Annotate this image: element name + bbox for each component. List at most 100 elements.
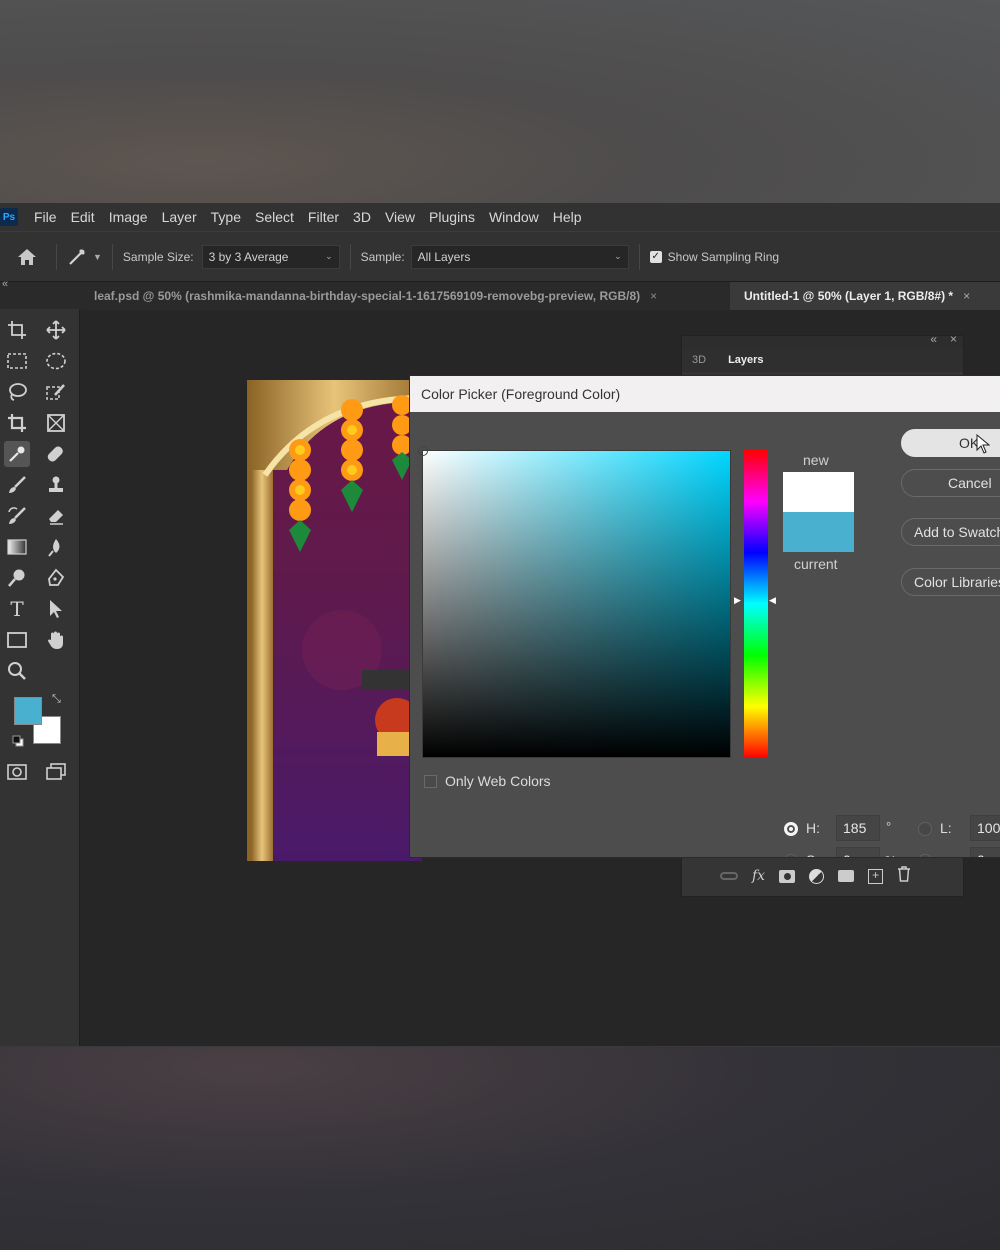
screen-mode-icon[interactable] [43,759,69,785]
document-tabs: « leaf.psd @ 50% (rashmika-mandanna-birt… [0,278,1000,310]
add-to-swatches-label: Add to Swatches [914,524,1000,540]
link-layers-icon[interactable] [720,872,738,880]
hue-slider-right-arrow[interactable]: ◀ [769,595,776,606]
color-field[interactable] [418,446,731,758]
color-picker-dialog: Color Picker (Foreground Color) ▶ ◀ new … [409,375,1000,858]
lightness-input[interactable]: 100 [970,815,1000,841]
swap-colors-icon[interactable]: ⤡ [52,693,61,706]
menu-filter[interactable]: Filter [308,209,339,225]
tab-3d[interactable]: 3D [682,354,716,366]
collapse-icon[interactable]: « [930,332,937,346]
object-selection-icon[interactable] [43,379,69,405]
saturation-radio[interactable] [784,854,798,857]
lightness-radio[interactable] [918,822,932,836]
menu-3d[interactable]: 3D [353,209,371,225]
delete-layer-icon[interactable] [897,865,911,887]
menu-image[interactable]: Image [109,209,148,225]
hue-radio[interactable] [784,822,798,836]
clone-stamp-icon[interactable] [43,472,69,498]
blur-tool-icon[interactable] [43,534,69,560]
menu-layer[interactable]: Layer [162,209,197,225]
tab-untitled-1[interactable]: Untitled-1 @ 50% (Layer 1, RGB/8#) * × [730,282,1000,310]
menu-select[interactable]: Select [255,209,294,225]
add-to-swatches-button[interactable]: Add to Swatches [901,518,1000,546]
menu-view[interactable]: View [385,209,415,225]
eyedropper-tool-icon[interactable] [4,441,30,467]
a-channel-radio[interactable] [918,854,932,857]
color-field-marker[interactable] [418,446,428,456]
eyedropper-tool-preset-icon[interactable]: ▼ [67,247,102,267]
a-channel-input[interactable]: 0 [970,847,1000,857]
menu-edit[interactable]: Edit [71,209,95,225]
close-icon[interactable]: × [963,289,970,303]
current-color-preview[interactable] [783,512,854,552]
menu-help[interactable]: Help [553,209,582,225]
tools-panel: T ⤡ [0,309,80,1046]
menu-file[interactable]: File [34,209,57,225]
menu-plugins[interactable]: Plugins [429,209,475,225]
home-icon[interactable] [16,246,38,268]
chevron-down-icon: ⌄ [614,251,622,261]
separator [111,243,113,270]
current-color-label: current [794,556,838,572]
menu-type[interactable]: Type [211,209,241,225]
separator [638,243,640,270]
layer-mask-icon[interactable] [779,869,796,883]
panel-collapse-icon[interactable]: « [2,278,8,290]
type-tool-icon[interactable]: T [4,596,30,622]
history-brush-icon[interactable] [4,503,30,529]
hue-slider[interactable] [744,450,768,758]
sample-size-value: 3 by 3 Average [208,249,289,264]
hue-value: 185 [843,820,867,836]
zoom-tool-icon[interactable] [4,658,30,684]
default-colors-icon[interactable] [12,734,24,752]
close-icon[interactable]: × [950,332,957,346]
sample-label: Sample: [360,249,405,264]
hand-tool-icon[interactable] [43,627,69,653]
canvas-artwork[interactable] [247,380,422,861]
new-group-icon[interactable] [838,870,855,882]
pen-tool-icon[interactable] [43,565,69,591]
fx-icon[interactable]: fx [752,868,765,884]
artboard-tool-icon[interactable] [4,317,30,343]
crop-tool-icon[interactable] [4,410,30,436]
frame-tool-icon[interactable] [43,410,69,436]
tab-leaf-psd[interactable]: leaf.psd @ 50% (rashmika-mandanna-birthd… [84,282,730,310]
a-channel-value: 0 [977,852,985,857]
hue-slider-left-arrow[interactable]: ▶ [734,595,741,606]
hue-input[interactable]: 185 [836,815,880,841]
adjustment-layer-icon[interactable] [809,868,825,884]
new-color-label: new [803,452,829,468]
only-web-colors-label: Only Web Colors [445,773,551,789]
tab-label: leaf.psd @ 50% (rashmika-mandanna-birthd… [94,289,641,303]
rectangle-tool-icon[interactable] [4,627,30,653]
color-libraries-button[interactable]: Color Libraries [901,568,1000,596]
sample-select[interactable]: All Layers ⌄ [410,244,629,269]
dodge-tool-icon[interactable] [4,565,30,591]
saturation-input[interactable]: 0 [836,847,880,857]
menu-window[interactable]: Window [489,209,539,225]
lasso-tool-icon[interactable] [4,379,30,405]
photoshop-window: Ps File Edit Image Layer Type Select Fil… [0,203,1000,1046]
bottom-blurred-background [0,1046,1000,1250]
foreground-color-swatch[interactable] [14,697,42,725]
new-layer-icon[interactable]: + [868,868,884,884]
rectangular-marquee-icon[interactable] [4,348,30,374]
only-web-colors-checkbox[interactable] [424,775,437,788]
cancel-button[interactable]: Cancel [901,469,1000,497]
healing-brush-icon[interactable] [43,441,69,467]
lightness-label: L: [940,820,952,836]
gradient-tool-icon[interactable] [4,534,30,560]
close-icon[interactable]: × [650,289,657,303]
quick-mask-icon[interactable] [4,759,30,785]
dialog-title-bar: Color Picker (Foreground Color) [410,376,1000,412]
elliptical-marquee-icon[interactable] [43,348,69,374]
brush-tool-icon[interactable] [4,472,30,498]
show-sampling-ring-checkbox[interactable]: ✓ [649,250,662,263]
tab-layers[interactable]: Layers [716,354,775,366]
new-color-preview [783,472,854,512]
move-tool-icon[interactable] [43,317,69,343]
eraser-tool-icon[interactable] [43,503,69,529]
sample-size-select[interactable]: 3 by 3 Average ⌄ [201,244,340,269]
path-selection-icon[interactable] [43,596,69,622]
